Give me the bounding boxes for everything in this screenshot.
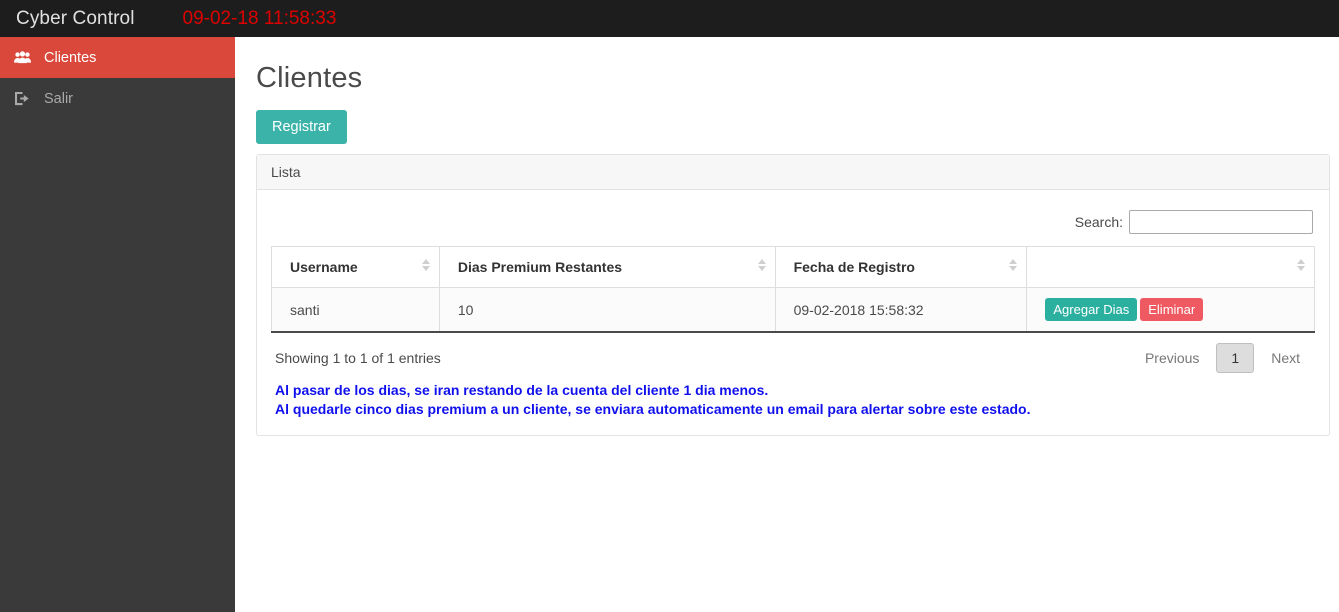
pagination: Previous 1 Next <box>1132 343 1313 373</box>
info-note-line-2: Al quedarle cinco dias premium a un clie… <box>275 401 1031 417</box>
column-header-username-label: Username <box>290 259 358 275</box>
sidebar-nav: Clientes Salir <box>0 37 235 612</box>
column-header-username[interactable]: Username <box>271 246 440 288</box>
sidebar-item-clientes[interactable]: Clientes <box>0 37 235 78</box>
main-content: Clientes Registrar Lista Search: Usernam… <box>235 37 1339 612</box>
sidebar-item-salir[interactable]: Salir <box>0 78 235 119</box>
info-note-line-1: Al pasar de los dias, se iran restando d… <box>275 382 769 398</box>
panel-heading: Lista <box>257 155 1329 190</box>
search-input[interactable] <box>1129 210 1313 234</box>
column-header-dias-premium[interactable]: Dias Premium Restantes <box>439 246 776 288</box>
table-head: Username Dias Premium Restantes Fecha de… <box>271 246 1315 288</box>
app-brand-title: Cyber Control <box>16 7 135 29</box>
eliminar-button[interactable]: Eliminar <box>1140 298 1204 321</box>
cell-username: santi <box>271 287 440 332</box>
sort-icon <box>757 259 767 275</box>
column-header-fecha-registro[interactable]: Fecha de Registro <box>775 246 1028 288</box>
registrar-button[interactable]: Registrar <box>256 110 347 144</box>
sort-icon <box>421 259 431 275</box>
table-info-text: Showing 1 to 1 of 1 entries <box>275 350 441 366</box>
sign-out-icon <box>14 91 36 106</box>
cell-dias-premium: 10 <box>439 287 776 332</box>
agregar-dias-button[interactable]: Agregar Dias <box>1045 298 1138 321</box>
pagination-next-button[interactable]: Next <box>1258 343 1313 373</box>
sort-icon <box>1009 259 1018 275</box>
column-header-fecha-registro-label: Fecha de Registro <box>793 259 915 275</box>
table-footer: Showing 1 to 1 of 1 entries Previous 1 N… <box>271 333 1315 375</box>
sidebar-item-label-salir: Salir <box>44 90 74 107</box>
table-header-row: Username Dias Premium Restantes Fecha de… <box>271 246 1315 288</box>
page-title: Clientes <box>256 62 363 94</box>
table-row: santi 10 09-02-2018 15:58:32 Agregar Dia… <box>271 287 1315 332</box>
panel-title: Lista <box>271 164 301 180</box>
sidebar-item-label-clientes: Clientes <box>44 49 97 66</box>
top-header-bar: Cyber Control 09-02-18 11:58:33 <box>0 0 1339 37</box>
sort-icon <box>1297 259 1306 275</box>
lista-panel: Lista Search: Username Dias Premium Rest… <box>256 154 1330 436</box>
column-header-dias-premium-label: Dias Premium Restantes <box>457 259 623 275</box>
pagination-page-1-button[interactable]: 1 <box>1216 343 1255 373</box>
search-label: Search: <box>1074 214 1123 230</box>
table-body: santi 10 09-02-2018 15:58:32 Agregar Dia… <box>271 287 1315 332</box>
column-header-actions[interactable] <box>1026 246 1315 288</box>
pagination-previous-button[interactable]: Previous <box>1132 343 1212 373</box>
search-row: Search: <box>271 204 1315 246</box>
clientes-table: Username Dias Premium Restantes Fecha de… <box>271 246 1315 333</box>
header-datetime: 09-02-18 11:58:33 <box>182 7 337 29</box>
users-icon <box>14 51 36 64</box>
info-notes: Al pasar de los dias, se iran restando d… <box>271 375 1315 425</box>
panel-body: Search: Username Dias Premium Restantes <box>257 190 1329 435</box>
cell-actions: Agregar Dias Eliminar <box>1026 287 1315 332</box>
cell-fecha-registro: 09-02-2018 15:58:32 <box>775 287 1028 332</box>
